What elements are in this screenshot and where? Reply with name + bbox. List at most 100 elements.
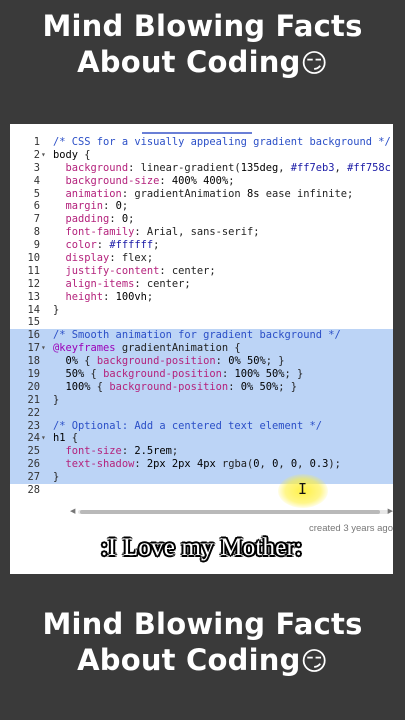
bottom-title-line-2-text: About Coding	[77, 643, 301, 677]
created-timestamp: created 3 years ago	[309, 523, 393, 534]
code-line[interactable]: 2 ▾ body {	[10, 149, 393, 162]
line-number: 5	[33, 187, 40, 200]
code-line[interactable]: 26 text-shadow: 2px 2px 4px rgba(0, 0, 0…	[10, 458, 393, 472]
code-editor[interactable]: 1 /* CSS for a visually appealing gradien…	[10, 124, 393, 574]
code-line[interactable]: 3 background: linear-gradient(135deg, #f…	[10, 162, 393, 175]
code-token: {	[65, 432, 79, 445]
code-token: justify-content	[65, 264, 160, 277]
code-line[interactable]: 28	[10, 484, 393, 497]
code-text: 50% { background-position: 100% 50%; }	[53, 368, 304, 381]
line-number: 26	[27, 458, 40, 471]
code-token: background-size	[65, 174, 160, 187]
code-token: :	[215, 355, 229, 368]
code-text: }	[53, 471, 59, 484]
code-token: height	[65, 290, 104, 303]
code-token: background	[65, 161, 129, 174]
horizontal-scrollbar[interactable]: ◀ ▶	[70, 507, 393, 517]
fold-arrow-icon[interactable]: ▾	[41, 149, 46, 162]
code-token: 0%	[65, 355, 79, 368]
code-token: 100%	[65, 380, 91, 393]
code-line[interactable]: 14}	[10, 304, 393, 317]
code-line[interactable]: 16 /* Smooth animation for gradient backg…	[10, 329, 393, 343]
code-line[interactable]: 7 padding: 0;	[10, 213, 393, 226]
code-token: gradientAnimation {	[115, 342, 241, 355]
code-token: ease infinite;	[259, 187, 354, 200]
code-text: h1 {	[53, 432, 78, 445]
code-token: :	[221, 368, 235, 381]
code-text: 100% { background-position: 0% 50%; }	[53, 380, 298, 394]
code-line[interactable]: 6 margin: 0;	[10, 200, 393, 213]
code-line[interactable]: 27}	[10, 471, 393, 485]
line-number: 3	[33, 161, 40, 174]
code-text: height: 100vh;	[53, 290, 154, 304]
title-line-2: About Coding😏	[0, 44, 405, 82]
code-token: background-position	[109, 380, 229, 393]
code-line[interactable]: 4 background-size: 400% 400%;	[10, 175, 393, 188]
code-line[interactable]: 23 /* Optional: Add a centered text eleme…	[10, 419, 393, 433]
code-text: body {	[53, 149, 91, 162]
line-number: 2	[33, 148, 40, 161]
code-token: 50%	[259, 380, 279, 393]
code-line[interactable]: 20 100% { background-position: 0% 50%; }	[10, 380, 393, 394]
title-line-2-text: About Coding	[77, 45, 301, 79]
code-token: 2px	[171, 458, 191, 471]
line-number: 25	[27, 445, 40, 458]
code-line[interactable]: 17 ▾ @keyframes gradientAnimation {	[10, 342, 393, 356]
scroll-right-icon[interactable]: ▶	[388, 507, 393, 515]
fold-arrow-icon[interactable]: ▾	[41, 342, 46, 355]
scroll-thumb[interactable]	[80, 510, 380, 514]
line-number: 13	[27, 290, 40, 303]
line-number: 11	[27, 264, 40, 277]
code-token: ,	[391, 162, 393, 174]
line-number: 6	[33, 200, 40, 213]
code-line[interactable]: 12 align-items: center;	[10, 278, 393, 291]
line-number: 14	[27, 303, 40, 316]
code-line[interactable]: 8 font-family: Arial, sans-serif;	[10, 226, 393, 239]
line-number: 1	[33, 136, 40, 148]
code-line[interactable]: 19 50% { background-position: 100% 50%; …	[10, 368, 393, 381]
code-token: 400%	[171, 174, 197, 187]
code-token: h1	[53, 432, 66, 445]
code-line[interactable]: 1 /* CSS for a visually appealing gradien…	[10, 136, 393, 149]
code-text: /* Smooth animation for gradient backgro…	[53, 329, 341, 342]
line-number: 9	[33, 239, 40, 252]
code-line[interactable]: 9 color: #ffffff;	[10, 239, 393, 252]
code-text: font-family: Arial, sans-serif;	[53, 226, 260, 239]
code-line[interactable]: 22	[10, 406, 393, 420]
fold-arrow-icon[interactable]: ▾	[41, 432, 46, 445]
code-line[interactable]: 24 ▾ h1 {	[10, 432, 393, 446]
code-line[interactable]: 25 font-size: 2.5rem;	[10, 445, 393, 459]
line-number: 21	[27, 393, 40, 406]
line-number: 15	[27, 316, 40, 329]
code-line[interactable]: 13 height: 100vh;	[10, 291, 393, 304]
code-line[interactable]: 5 animation: gradientAnimation 8s ease i…	[10, 188, 393, 201]
code-token: 100vh	[115, 290, 147, 303]
code-line[interactable]: 21}	[10, 393, 393, 407]
code-line[interactable]: 15	[10, 316, 393, 329]
code-token: animation	[65, 187, 122, 200]
line-number: 7	[33, 213, 40, 226]
code-token: ,	[278, 458, 291, 471]
code-token: ;	[121, 200, 129, 213]
code-token: font-size	[65, 445, 122, 458]
code-line[interactable]: 10 display: flex;	[10, 252, 393, 265]
code-token: 50%	[246, 355, 266, 368]
code-line[interactable]: 18 0% { background-position: 0% 50%; }	[10, 355, 393, 369]
scroll-left-icon[interactable]: ◀	[70, 507, 75, 515]
code-token: :	[121, 445, 135, 458]
code-token: : center;	[134, 277, 191, 290]
code-line[interactable]: 11 justify-content: center;	[10, 265, 393, 278]
code-token: color	[65, 239, 97, 252]
text-cursor-icon: I	[298, 480, 308, 498]
code-text: padding: 0;	[53, 213, 135, 226]
code-lines[interactable]: 1 /* CSS for a visually appealing gradien…	[10, 136, 393, 497]
code-token: ;	[228, 174, 235, 187]
code-token: 8s	[246, 187, 260, 200]
